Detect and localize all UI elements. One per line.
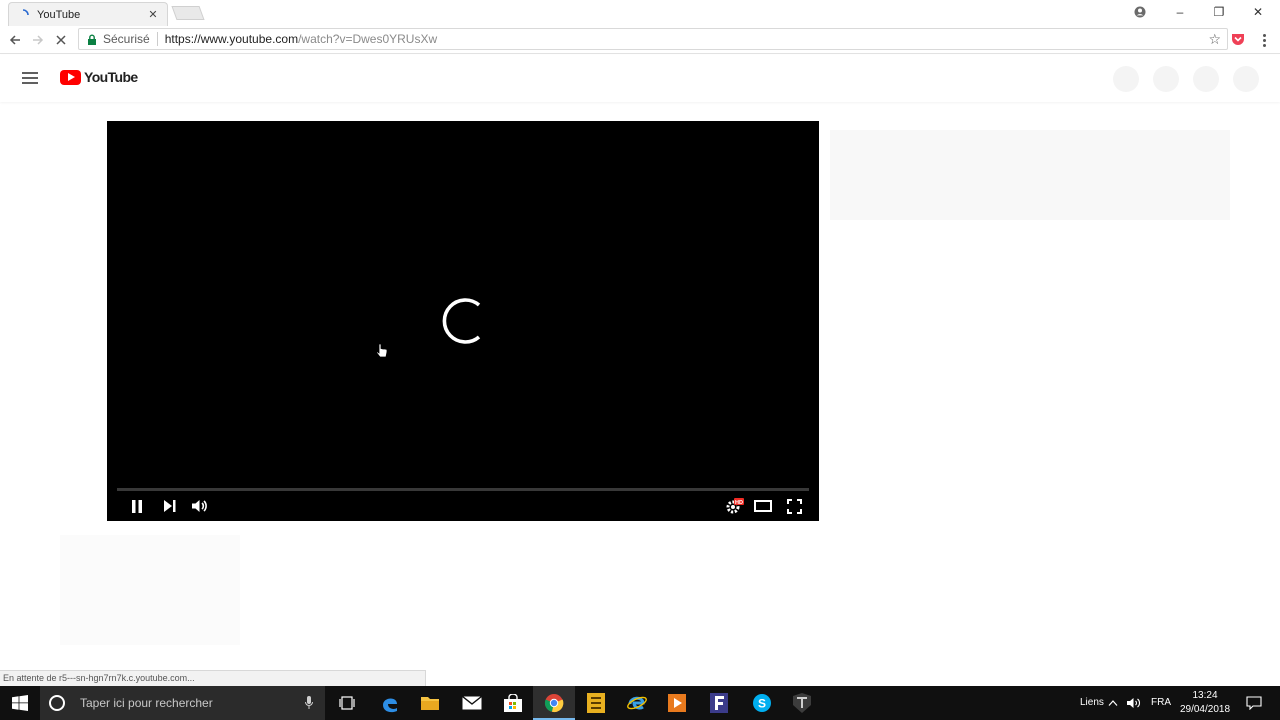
youtube-play-logo-icon <box>60 69 81 85</box>
clock-time: 13:24 <box>1192 690 1218 701</box>
store-icon[interactable] <box>501 691 525 715</box>
pause-button[interactable] <box>129 496 145 516</box>
forward-arrow-icon <box>33 35 44 45</box>
windows-logo-icon <box>12 695 28 711</box>
internet-explorer-icon[interactable] <box>625 691 649 715</box>
taskbar-search-placeholder: Taper ici pour rechercher <box>80 696 213 710</box>
tab-close-icon[interactable]: ✕ <box>147 8 159 21</box>
back-button[interactable] <box>5 30 25 50</box>
links-toolbar-label[interactable]: Liens <box>1080 697 1104 708</box>
theater-mode-button[interactable] <box>753 496 773 516</box>
skype-icon[interactable]: S <box>750 691 774 715</box>
sidebar-skeleton <box>830 130 1230 220</box>
hand-cursor-icon <box>376 343 388 358</box>
mail-icon[interactable] <box>460 691 484 715</box>
app-f2-icon[interactable] <box>707 691 731 715</box>
pause-icon <box>132 499 142 513</box>
pocket-extension-icon[interactable] <box>1230 31 1246 47</box>
hd-badge: HD <box>735 500 743 506</box>
close-window-button[interactable]: ✕ <box>1238 0 1278 24</box>
masthead-placeholder-3 <box>1193 66 1219 92</box>
settings-button[interactable]: HD <box>724 496 744 516</box>
fullscreen-button[interactable] <box>784 496 804 516</box>
next-button[interactable] <box>162 496 178 516</box>
back-arrow-icon <box>9 35 20 45</box>
microphone-icon[interactable] <box>303 695 315 711</box>
volume-button[interactable] <box>191 496 209 516</box>
url-host: https://www.youtube.com <box>164 32 299 46</box>
start-button[interactable] <box>0 686 40 720</box>
bookmark-star-icon[interactable]: ☆ <box>1208 31 1221 48</box>
forward-button[interactable] <box>28 30 48 50</box>
masthead-placeholder-4 <box>1233 66 1259 92</box>
youtube-logo[interactable]: YouTube <box>60 69 138 85</box>
browser-tab-youtube[interactable]: YouTube ✕ <box>8 2 168 26</box>
fullscreen-icon <box>786 498 802 514</box>
chrome-icon[interactable] <box>542 691 566 715</box>
youtube-masthead: YouTube <box>0 55 1280 102</box>
task-view-icon[interactable] <box>335 691 359 715</box>
masthead-placeholder-1 <box>1113 66 1139 92</box>
clock-date: 29/04/2018 <box>1179 704 1231 715</box>
notifications-icon[interactable] <box>1242 691 1266 715</box>
restore-button[interactable]: ❐ <box>1199 0 1239 24</box>
video-player[interactable]: HD <box>107 121 819 521</box>
chevron-up-icon[interactable] <box>1104 691 1122 715</box>
cortana-icon[interactable] <box>49 695 65 711</box>
stop-icon <box>56 35 66 45</box>
address-separator <box>156 32 158 46</box>
masthead-placeholder-2 <box>1153 66 1179 92</box>
next-icon <box>164 500 176 512</box>
tank-game-icon[interactable] <box>790 691 814 715</box>
loading-favicon-icon <box>17 8 29 21</box>
speaker-icon[interactable] <box>1125 691 1143 715</box>
app-f-icon[interactable] <box>584 691 608 715</box>
browser-status-bubble: En attente de r5---sn-hgn7rn7k.c.youtube… <box>0 670 426 686</box>
secure-label: Sécurisé <box>103 32 150 46</box>
loading-spinner-icon <box>442 298 481 344</box>
edge-icon[interactable] <box>378 691 402 715</box>
youtube-wordmark: YouTube <box>84 69 138 85</box>
profile-icon[interactable] <box>1120 0 1160 24</box>
media-player-icon[interactable] <box>665 691 689 715</box>
stop-loading-button[interactable] <box>51 30 71 50</box>
new-tab-button[interactable] <box>171 6 205 20</box>
browser-title-bar: YouTube ✕ – ❐ ✕ <box>0 0 1280 26</box>
theater-mode-icon <box>754 500 772 512</box>
minimize-button[interactable]: – <box>1160 0 1200 24</box>
address-bar[interactable]: Sécurisé https://www.youtube.com/watch?v… <box>78 28 1228 50</box>
url-path: /watch?v=Dwes0YRUsXw <box>298 32 438 46</box>
lock-icon[interactable] <box>87 34 97 45</box>
browser-toolbar: Sécurisé https://www.youtube.com/watch?v… <box>0 26 1280 54</box>
input-language-indicator[interactable]: FRA <box>1151 697 1171 708</box>
windows-taskbar: Taper ici pour rechercher S Liens FRA 13… <box>0 686 1280 720</box>
tab-title: YouTube <box>37 8 81 21</box>
taskbar-search-box[interactable]: Taper ici pour rechercher <box>40 686 325 720</box>
chrome-menu-icon[interactable] <box>1257 30 1271 50</box>
taskbar-clock[interactable]: 13:24 29/04/2018 <box>1172 689 1238 717</box>
file-explorer-icon[interactable] <box>418 691 442 715</box>
svg-text:S: S <box>758 697 766 711</box>
video-progress-bar[interactable] <box>117 488 809 491</box>
description-skeleton <box>60 535 240 645</box>
guide-menu-icon[interactable] <box>22 72 38 84</box>
volume-icon <box>192 500 207 512</box>
settings-hd-icon: HD <box>726 498 744 514</box>
